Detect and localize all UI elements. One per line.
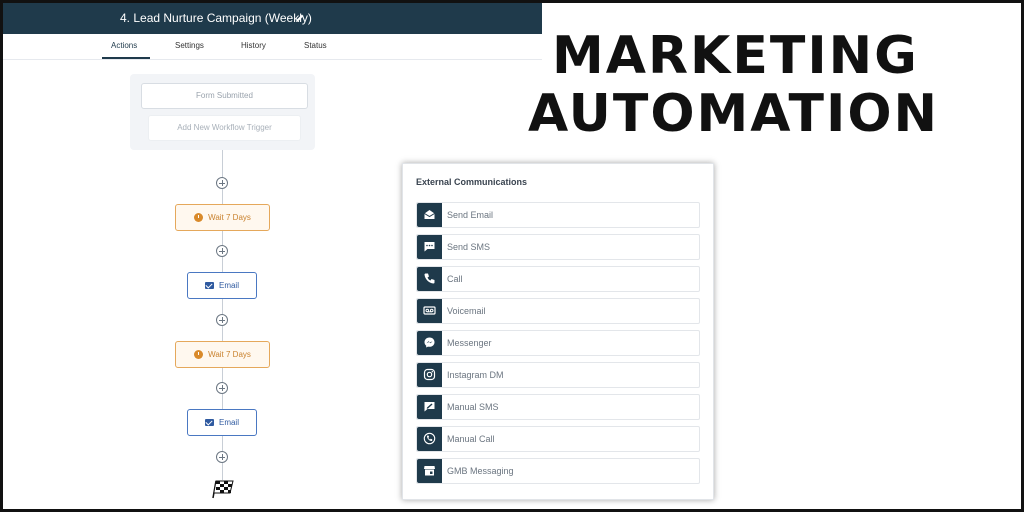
action-label: Instagram DM	[447, 370, 504, 380]
workflow-title: 4. Lead Nurture Campaign (Weekly)	[120, 11, 312, 25]
tab-actions[interactable]: Actions	[111, 41, 137, 50]
clock-icon	[194, 350, 204, 359]
wait-step-label: Wait 7 Days	[208, 213, 251, 222]
envelope-open-icon	[417, 203, 442, 227]
add-workflow-trigger-button[interactable]: Add New Workflow Trigger	[148, 115, 301, 141]
tab-bar: Actions Settings History Status	[3, 34, 542, 60]
headline-line-2: AUTOMATION	[528, 84, 940, 144]
manual-call-action[interactable]: Manual Call	[416, 426, 700, 452]
tab-history[interactable]: History	[241, 41, 266, 50]
action-label: Messenger	[447, 338, 492, 348]
external-communications-panel: External Communications Send Email Send …	[402, 163, 714, 500]
action-label: Call	[447, 274, 463, 284]
add-step-plus-icon[interactable]	[216, 382, 228, 394]
messenger-action[interactable]: Messenger	[416, 330, 700, 356]
chat-bubble-icon	[417, 235, 442, 259]
manual-call-icon	[417, 427, 442, 451]
phone-icon	[417, 267, 442, 291]
manual-sms-icon	[417, 395, 442, 419]
action-label: Send Email	[447, 210, 494, 220]
call-action[interactable]: Call	[416, 266, 700, 292]
action-label: Manual Call	[447, 434, 495, 444]
wait-step-node[interactable]: Wait 7 Days	[175, 341, 270, 368]
pencil-icon[interactable]	[294, 12, 306, 24]
messenger-icon	[417, 331, 442, 355]
active-tab-indicator	[102, 57, 150, 59]
envelope-icon	[204, 419, 214, 426]
send-email-action[interactable]: Send Email	[416, 202, 700, 228]
add-step-plus-icon[interactable]	[216, 451, 228, 463]
tab-status[interactable]: Status	[304, 41, 327, 50]
add-step-plus-icon[interactable]	[216, 245, 228, 257]
action-label: Voicemail	[447, 306, 486, 316]
email-step-label: Email	[218, 281, 239, 290]
workflow-header: 4. Lead Nurture Campaign (Weekly)	[3, 3, 542, 34]
email-step-node[interactable]: Email	[187, 409, 257, 436]
clock-icon	[194, 213, 204, 222]
form-submitted-trigger[interactable]: Form Submitted	[141, 83, 308, 109]
tab-settings[interactable]: Settings	[175, 41, 204, 50]
wait-step-label: Wait 7 Days	[208, 350, 251, 359]
send-sms-action[interactable]: Send SMS	[416, 234, 700, 260]
add-step-plus-icon[interactable]	[216, 314, 228, 326]
manual-sms-action[interactable]: Manual SMS	[416, 394, 700, 420]
instagram-icon	[417, 363, 442, 387]
storefront-icon	[417, 459, 442, 483]
instagram-dm-action[interactable]: Instagram DM	[416, 362, 700, 388]
panel-title: External Communications	[416, 177, 528, 187]
email-step-label: Email	[218, 418, 239, 427]
action-label: Manual SMS	[447, 402, 499, 412]
finish-flag-icon	[212, 480, 234, 499]
action-label: Send SMS	[447, 242, 491, 252]
envelope-icon	[204, 282, 214, 289]
headline-line-1: MARKETING	[552, 26, 919, 86]
wait-step-node[interactable]: Wait 7 Days	[175, 204, 270, 231]
email-step-node[interactable]: Email	[187, 272, 257, 299]
gmb-messaging-action[interactable]: GMB Messaging	[416, 458, 700, 484]
action-label: GMB Messaging	[447, 466, 514, 476]
add-step-plus-icon[interactable]	[216, 177, 228, 189]
voicemail-action[interactable]: Voicemail	[416, 298, 700, 324]
voicemail-icon	[417, 299, 442, 323]
